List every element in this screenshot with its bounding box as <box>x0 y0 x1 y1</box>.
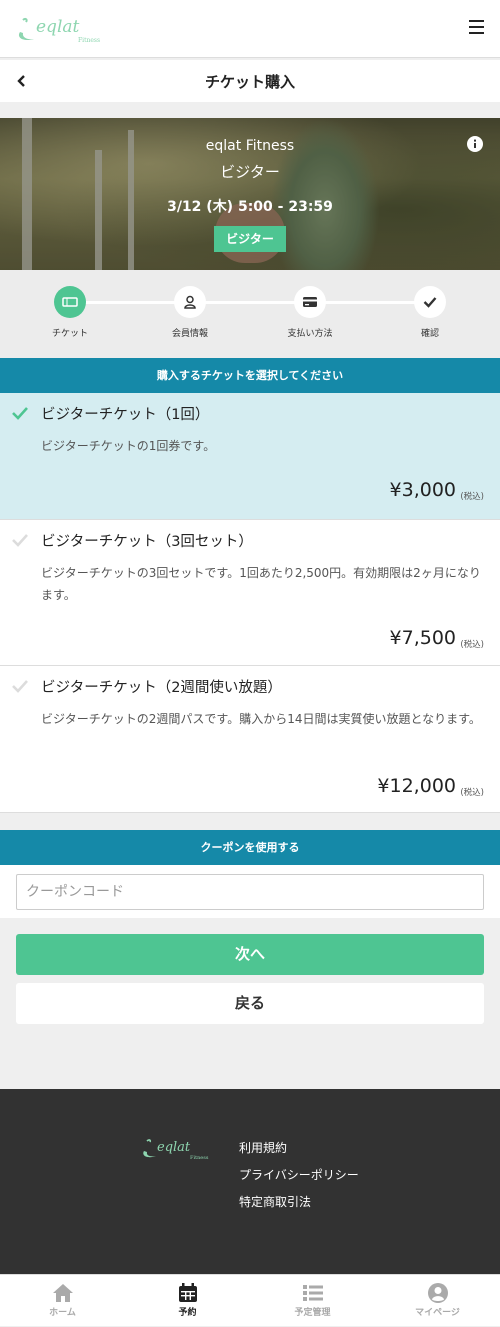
progress-steps: チケット 会員情報 支払い方法 確認 <box>0 270 500 358</box>
list-icon <box>302 1285 323 1301</box>
ticket-price: ¥7,500 <box>389 627 456 649</box>
ticket-price: ¥3,000 <box>389 479 456 501</box>
tab-label: マイページ <box>415 1308 460 1318</box>
eqlat-logo[interactable]: eqlat Fitness <box>14 12 124 46</box>
hero-gym-name: eqlat Fitness <box>205 138 295 154</box>
info-icon[interactable] <box>467 136 483 152</box>
svg-text:eqlat: eqlat <box>36 17 80 37</box>
commercial-transactions-link[interactable]: 特定商取引法 <box>239 1193 359 1210</box>
ticket-description: ビジターチケットの3回セットです。1回あたり2,500円。有効期限は2ヶ月になり… <box>41 566 481 602</box>
step-label: 支払い方法 <box>287 329 333 339</box>
privacy-policy-link[interactable]: プライバシーポリシー <box>239 1166 359 1183</box>
tab-label: ホーム <box>49 1308 76 1318</box>
title-bar: チケット購入 <box>0 60 500 102</box>
coupon-section-heading: クーポンを使用する <box>0 830 500 865</box>
step-label: 会員情報 <box>171 329 208 339</box>
ticket-tax-label: (税込) <box>460 640 484 650</box>
user-icon <box>184 295 196 309</box>
step-member-info: 会員情報 <box>145 286 235 339</box>
ticket-option-two-week[interactable]: ビジターチケット（2週間使い放題） ビジターチケットの2週間パスです。購入から1… <box>0 666 500 813</box>
svg-text:eqlat: eqlat <box>157 1140 191 1155</box>
hero-date: 3/12 (木) 5:00 - 23:59 <box>167 199 333 215</box>
svg-text:Fitness: Fitness <box>78 37 100 44</box>
step-label: チケット <box>51 329 88 339</box>
credit-card-icon <box>303 297 317 307</box>
step-label: 確認 <box>420 329 439 339</box>
tab-label: 予約 <box>178 1308 197 1318</box>
tab-mypage[interactable]: マイページ <box>375 1275 500 1327</box>
ticket-icon <box>62 297 78 307</box>
ticket-section-heading: 購入するチケットを選択してください <box>0 358 500 393</box>
unselected-check-icon <box>12 680 28 693</box>
hero-banner: eqlat Fitness ビジター 3/12 (木) 5:00 - 23:59… <box>0 118 500 270</box>
step-payment: 支払い方法 <box>265 286 355 339</box>
hero-plan-badge: ビジター <box>214 226 286 252</box>
ticket-option-single[interactable]: ビジターチケット（1回） ビジターチケットの1回券です。 ¥3,000 (税込) <box>0 393 500 520</box>
coupon-code-input[interactable] <box>16 874 484 910</box>
footer-links: 利用規約 プライバシーポリシー 特定商取引法 <box>239 1139 359 1220</box>
ticket-name: ビジターチケット（1回） <box>41 407 210 423</box>
svg-text:Fitness: Fitness <box>190 1155 209 1161</box>
selected-check-icon <box>12 407 28 420</box>
footer-eqlat-logo[interactable]: eqlat Fitness <box>140 1133 224 1163</box>
step-ticket: チケット <box>25 286 115 339</box>
calendar-icon <box>178 1283 197 1302</box>
terms-link[interactable]: 利用規約 <box>239 1139 359 1156</box>
tab-schedule[interactable]: 予定管理 <box>250 1275 375 1327</box>
ticket-tax-label: (税込) <box>460 788 484 798</box>
tab-reservation[interactable]: 予約 <box>125 1275 250 1327</box>
tab-label: 予定管理 <box>294 1308 331 1318</box>
ticket-description: ビジターチケットの2週間パスです。購入から14日間は実質使い放題となります。 <box>41 712 481 726</box>
ticket-price: ¥12,000 <box>377 775 456 797</box>
step-confirm: 確認 <box>385 286 475 339</box>
next-button[interactable]: 次へ <box>16 934 484 975</box>
page-title: チケット購入 <box>204 73 295 91</box>
check-icon <box>423 297 437 308</box>
bottom-tab-bar: ホーム 予約 予定管理 マイページ <box>0 1274 500 1326</box>
ticket-description: ビジターチケットの1回券です。 <box>41 439 216 453</box>
ticket-tax-label: (税込) <box>460 492 484 502</box>
tab-home[interactable]: ホーム <box>0 1275 125 1327</box>
home-icon <box>52 1284 73 1302</box>
ticket-option-three-pack[interactable]: ビジターチケット（3回セット） ビジターチケットの3回セットです。1回あたり2,… <box>0 520 500 666</box>
ticket-name: ビジターチケット（3回セット） <box>41 534 253 550</box>
hero-plan-name: ビジター <box>220 163 280 181</box>
user-circle-icon <box>427 1283 448 1303</box>
app-header: eqlat Fitness <box>0 0 500 58</box>
unselected-check-icon <box>12 534 28 547</box>
hamburger-menu-icon[interactable] <box>469 20 484 35</box>
ticket-name: ビジターチケット（2週間使い放題） <box>41 680 282 696</box>
site-footer: eqlat Fitness 利用規約 プライバシーポリシー 特定商取引法 <box>0 1089 500 1274</box>
back-button[interactable]: 戻る <box>16 983 484 1024</box>
